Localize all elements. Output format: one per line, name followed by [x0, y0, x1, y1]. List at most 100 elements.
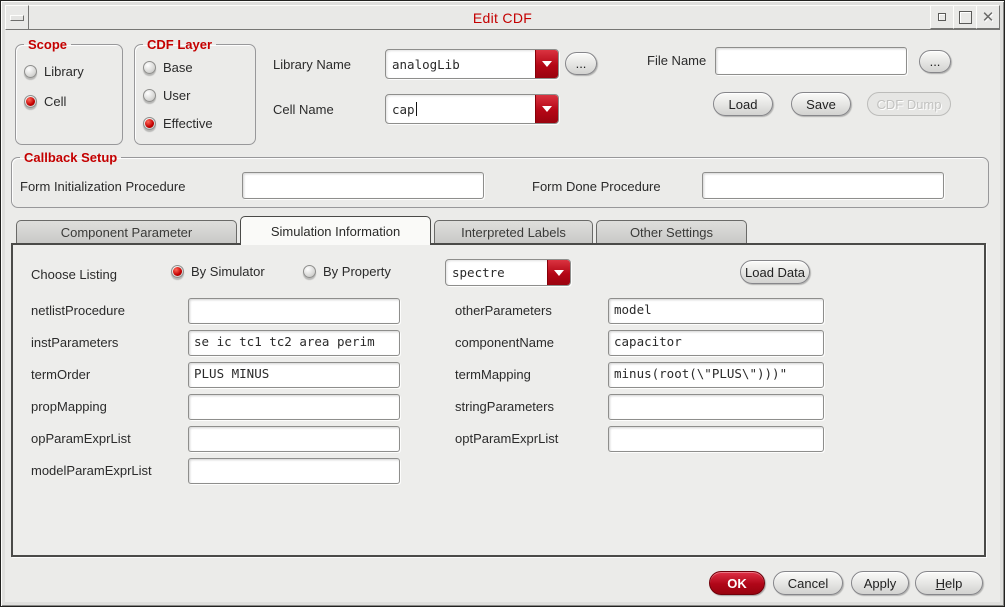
- chevron-down-icon: [542, 106, 552, 112]
- optParamExprList-label: optParamExprList: [455, 431, 559, 446]
- simulator-dropdown-button[interactable]: [547, 260, 570, 285]
- form-init-input[interactable]: [242, 172, 484, 199]
- radio-label: By Property: [323, 264, 391, 279]
- ok-button-label: OK: [727, 575, 747, 591]
- simulation-information-panel: Choose Listing By Simulator By Property …: [11, 243, 986, 557]
- window-menu-icon: [10, 14, 24, 21]
- help-button[interactable]: Help: [915, 571, 983, 595]
- library-browse-button[interactable]: ...: [565, 52, 597, 75]
- radio-scope-library[interactable]: Library: [24, 64, 84, 79]
- optParamExprList-input[interactable]: [608, 426, 824, 452]
- window-menu-button[interactable]: [5, 5, 29, 30]
- opParamExprList-input[interactable]: [188, 426, 400, 452]
- choose-listing-label: Choose Listing: [31, 267, 117, 282]
- radio-layer-base[interactable]: Base: [143, 60, 193, 75]
- library-name-value: analogLib: [392, 56, 460, 72]
- instParameters-input[interactable]: se ic tc1 tc2 area perim: [188, 330, 400, 356]
- maximize-icon: [958, 10, 972, 24]
- otherParameters-input[interactable]: model: [608, 298, 824, 324]
- termOrder-label: termOrder: [31, 367, 91, 382]
- tab-label: Interpreted Labels: [461, 224, 566, 240]
- termMapping-label: termMapping: [455, 367, 531, 382]
- simulator-combo[interactable]: spectre: [445, 259, 571, 286]
- tab-simulation-information[interactable]: Simulation Information: [240, 216, 431, 245]
- netlistProcedure-label: netlistProcedure: [31, 303, 125, 318]
- cancel-button[interactable]: Cancel: [773, 571, 843, 595]
- help-button-label: elp: [945, 575, 963, 591]
- cancel-button-label: Cancel: [787, 575, 829, 591]
- tab-other-settings[interactable]: Other Settings: [596, 220, 747, 243]
- maximize-button[interactable]: [953, 5, 977, 29]
- netlistProcedure-input[interactable]: [188, 298, 400, 324]
- radio-icon: [143, 61, 156, 74]
- cdf-dump-button-label: CDF Dump: [876, 96, 942, 112]
- radio-label: Base: [163, 60, 193, 75]
- cdf-layer-group-title: CDF Layer: [147, 37, 213, 52]
- form-init-label: Form Initialization Procedure: [20, 179, 186, 194]
- load-data-button[interactable]: Load Data: [740, 260, 810, 284]
- scope-group: Scope Library Cell: [15, 37, 123, 145]
- radio-label: Cell: [44, 94, 67, 109]
- iconify-icon: [938, 13, 946, 21]
- radio-label: Library: [44, 64, 84, 79]
- radio-by-simulator[interactable]: By Simulator: [171, 264, 265, 279]
- radio-icon: [143, 89, 156, 102]
- title-bar[interactable]: Edit CDF: [5, 5, 1000, 30]
- cell-name-label: Cell Name: [273, 102, 334, 117]
- radio-layer-effective[interactable]: Effective: [143, 116, 213, 131]
- simulator-value: spectre: [452, 265, 505, 280]
- radio-layer-user[interactable]: User: [143, 88, 190, 103]
- library-name-dropdown-button[interactable]: [535, 50, 558, 78]
- file-name-input[interactable]: [715, 47, 907, 75]
- termMapping-input[interactable]: minus(root(\"PLUS\")))": [608, 362, 824, 388]
- close-icon: ✕: [981, 8, 995, 26]
- ok-button[interactable]: OK: [709, 571, 765, 595]
- library-name-combo[interactable]: analogLib: [385, 49, 559, 79]
- cdf-dump-button[interactable]: CDF Dump: [867, 92, 951, 116]
- instParameters-label: instParameters: [31, 335, 119, 350]
- radio-scope-cell[interactable]: Cell: [24, 94, 66, 109]
- library-name-label: Library Name: [273, 57, 352, 72]
- close-button[interactable]: ✕: [976, 5, 1000, 29]
- apply-button-label: Apply: [863, 575, 897, 591]
- edit-cdf-dialog: Edit CDF ✕ Scope Library Cell CDF Layer …: [0, 0, 1005, 607]
- otherParameters-label: otherParameters: [455, 303, 552, 318]
- file-name-label: File Name: [647, 53, 707, 68]
- radio-by-property[interactable]: By Property: [303, 264, 391, 279]
- radio-label: By Simulator: [191, 264, 265, 279]
- opParamExprList-label: opParamExprList: [31, 431, 131, 446]
- stringParameters-label: stringParameters: [455, 399, 554, 414]
- chevron-down-icon: [542, 61, 552, 67]
- tab-label: Other Settings: [629, 224, 714, 240]
- termOrder-input[interactable]: PLUS MINUS: [188, 362, 400, 388]
- save-button[interactable]: Save: [791, 92, 851, 116]
- window-title: Edit CDF: [472, 9, 533, 26]
- radio-icon: [143, 117, 156, 130]
- cell-name-value: cap: [392, 101, 417, 117]
- cell-name-dropdown-button[interactable]: [535, 95, 558, 123]
- stringParameters-input[interactable]: [608, 394, 824, 420]
- tab-component-parameter[interactable]: Component Parameter: [16, 220, 237, 243]
- chevron-down-icon: [554, 269, 564, 276]
- iconify-button[interactable]: [930, 5, 954, 29]
- form-done-label: Form Done Procedure: [532, 179, 661, 194]
- apply-button[interactable]: Apply: [851, 571, 909, 595]
- tab-interpreted-labels[interactable]: Interpreted Labels: [434, 220, 593, 243]
- modelParamExprList-input[interactable]: [188, 458, 400, 484]
- radio-icon: [303, 265, 316, 278]
- load-button[interactable]: Load: [713, 92, 773, 116]
- form-done-input[interactable]: [702, 172, 944, 199]
- radio-icon: [24, 95, 37, 108]
- scope-group-title: Scope: [28, 37, 68, 52]
- cell-name-combo[interactable]: cap: [385, 94, 559, 124]
- text-cursor: [415, 102, 417, 116]
- callback-setup-title: Callback Setup: [24, 150, 118, 165]
- componentName-input[interactable]: capacitor: [608, 330, 824, 356]
- file-browse-button[interactable]: ...: [919, 50, 951, 73]
- tab-label: Simulation Information: [270, 223, 401, 239]
- radio-label: Effective: [163, 116, 213, 131]
- radio-icon: [171, 265, 184, 278]
- radio-icon: [24, 65, 37, 78]
- radio-label: User: [163, 88, 191, 103]
- propMapping-input[interactable]: [188, 394, 400, 420]
